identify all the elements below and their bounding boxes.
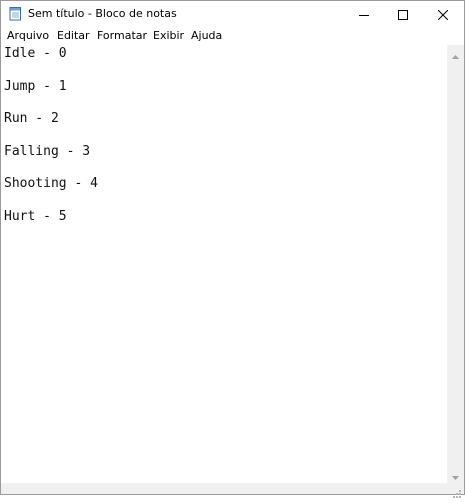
menu-ajuda[interactable]: Ajuda <box>191 28 222 44</box>
menu-editar[interactable]: Editar <box>57 28 90 44</box>
window-title: Sem título - Bloco de notas <box>28 7 177 20</box>
notepad-window: Sem título - Bloco de notas Arquivo Edit… <box>0 0 465 498</box>
maximize-icon <box>398 5 408 24</box>
editor-line: Run - 2 <box>4 111 59 126</box>
menu-exibir[interactable]: Exibir <box>153 28 184 44</box>
editor-line: Idle - 0 <box>4 46 67 61</box>
title-bar[interactable]: Sem título - Bloco de notas <box>1 1 464 27</box>
editor-line: Shooting - 4 <box>4 176 98 191</box>
editor-line: Hurt - 5 <box>4 209 67 224</box>
scroll-down-arrow-icon <box>452 465 459 484</box>
vertical-scrollbar[interactable] <box>447 45 464 483</box>
scroll-up-button[interactable] <box>447 45 464 62</box>
scroll-down-button[interactable] <box>447 466 464 483</box>
minimize-icon <box>359 5 369 24</box>
scroll-up-arrow-icon <box>452 44 459 63</box>
notepad-icon <box>9 6 22 21</box>
menu-bar: Arquivo Editar Formatar Exibir Ajuda <box>1 27 464 45</box>
maximize-button[interactable] <box>383 1 423 27</box>
resize-grip-icon[interactable] <box>452 484 462 498</box>
menu-arquivo[interactable]: Arquivo <box>7 28 49 44</box>
close-icon <box>437 5 449 24</box>
minimize-button[interactable] <box>344 1 384 27</box>
text-editor[interactable]: Idle - 0 Jump - 1 Run - 2 Falling - 3 Sh… <box>1 45 447 483</box>
editor-line: Jump - 1 <box>4 79 67 94</box>
menu-formatar[interactable]: Formatar <box>97 28 147 44</box>
editor-line: Falling - 3 <box>4 144 91 159</box>
close-button[interactable] <box>423 1 463 27</box>
bottom-strip <box>1 483 464 498</box>
